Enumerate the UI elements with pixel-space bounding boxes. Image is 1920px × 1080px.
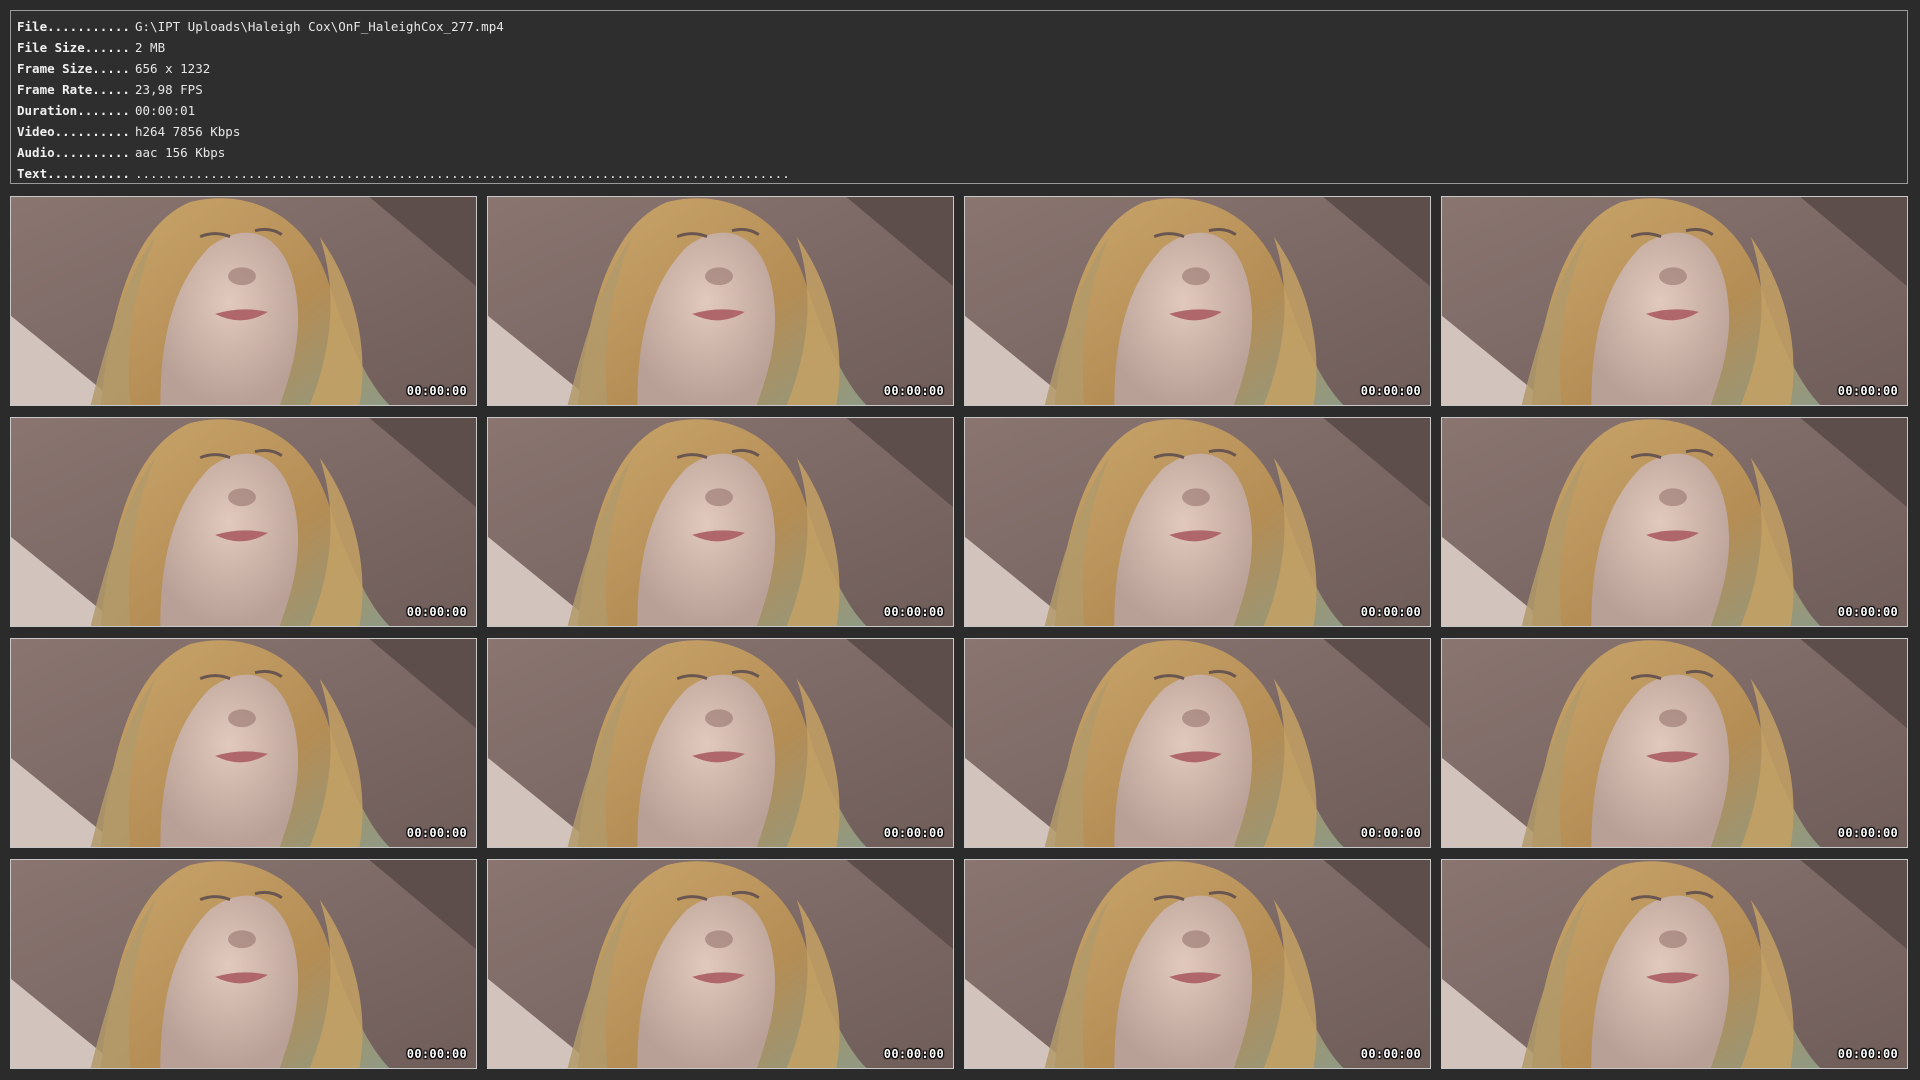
info-row-file: File........... G:\IPT Uploads\Haleigh C… [17, 16, 1901, 37]
timecode-label: 00:00:00 [883, 1047, 944, 1061]
timecode-label: 00:00:00 [883, 826, 944, 840]
info-value: h264 7856 Kbps [135, 124, 241, 139]
timecode-label: 00:00:00 [406, 605, 467, 619]
info-row-frame-size: Frame Size..... 656 x 1232 [17, 58, 1901, 79]
info-row-text: Text........... ........................… [17, 163, 1901, 184]
thumbnail-frame[interactable]: 00:00:00 [10, 859, 477, 1069]
timecode-label: 00:00:00 [1837, 1047, 1898, 1061]
video-frame-image [11, 197, 476, 405]
video-frame-image [11, 860, 476, 1068]
info-key: Audio.......... [17, 145, 130, 160]
video-frame-image [965, 639, 1430, 847]
thumbnail-frame[interactable]: 00:00:00 [487, 417, 954, 627]
timecode-label: 00:00:00 [406, 1047, 467, 1061]
thumbnail-frame[interactable]: 00:00:00 [964, 196, 1431, 406]
info-key: Text........... [17, 166, 130, 181]
timecode-label: 00:00:00 [406, 826, 467, 840]
video-frame-image [1442, 639, 1907, 847]
thumbnail-frame[interactable]: 00:00:00 [1441, 417, 1908, 627]
thumbnail-grid: 00:00:00 00:00:00 00:00:00 00:00:00 00:00:00… [10, 196, 1910, 1070]
video-frame-image [488, 639, 953, 847]
thumbnail-frame[interactable]: 00:00:00 [10, 417, 477, 627]
info-key: File Size...... [17, 40, 130, 55]
timecode-label: 00:00:00 [883, 605, 944, 619]
info-row-file-size: File Size...... 2 MB [17, 37, 1901, 58]
info-key: File........... [17, 19, 130, 34]
video-frame-image [1442, 418, 1907, 626]
video-frame-image [1442, 860, 1907, 1068]
info-key: Video.......... [17, 124, 130, 139]
video-frame-image [11, 639, 476, 847]
info-key: Frame Rate..... [17, 82, 130, 97]
info-value: ........................................… [135, 166, 790, 181]
video-frame-image [1442, 197, 1907, 405]
thumbnail-frame[interactable]: 00:00:00 [487, 859, 954, 1069]
info-value: aac 156 Kbps [135, 145, 226, 160]
info-value: G:\IPT Uploads\Haleigh Cox\OnF_HaleighCo… [135, 19, 504, 34]
video-frame-image [488, 418, 953, 626]
thumbnail-frame[interactable]: 00:00:00 [964, 417, 1431, 627]
thumbnail-frame[interactable]: 00:00:00 [1441, 196, 1908, 406]
timecode-label: 00:00:00 [1360, 605, 1421, 619]
timecode-label: 00:00:00 [1837, 826, 1898, 840]
info-key: Duration....... [17, 103, 130, 118]
thumbnail-frame[interactable]: 00:00:00 [964, 638, 1431, 848]
timecode-label: 00:00:00 [883, 384, 944, 398]
contact-sheet: File........... G:\IPT Uploads\Haleigh C… [0, 0, 1920, 1080]
info-value: 00:00:01 [135, 103, 196, 118]
video-frame-image [965, 418, 1430, 626]
timecode-label: 00:00:00 [1837, 384, 1898, 398]
timecode-label: 00:00:00 [1837, 605, 1898, 619]
thumbnail-frame[interactable]: 00:00:00 [964, 859, 1431, 1069]
thumbnail-frame[interactable]: 00:00:00 [1441, 638, 1908, 848]
info-row-duration: Duration....... 00:00:01 [17, 100, 1901, 121]
timecode-label: 00:00:00 [406, 384, 467, 398]
info-row-video: Video.......... h264 7856 Kbps [17, 121, 1901, 142]
info-row-frame-rate: Frame Rate..... 23,98 FPS [17, 79, 1901, 100]
video-frame-image [965, 197, 1430, 405]
thumbnail-frame[interactable]: 00:00:00 [487, 196, 954, 406]
video-frame-image [488, 197, 953, 405]
video-frame-image [11, 418, 476, 626]
info-key: Frame Size..... [17, 61, 130, 76]
info-row-audio: Audio.......... aac 156 Kbps [17, 142, 1901, 163]
info-value: 2 MB [135, 40, 166, 55]
timecode-label: 00:00:00 [1360, 1047, 1421, 1061]
info-value: 23,98 FPS [135, 82, 203, 97]
thumbnail-frame[interactable]: 00:00:00 [1441, 859, 1908, 1069]
thumbnail-frame[interactable]: 00:00:00 [10, 638, 477, 848]
media-info-panel: File........... G:\IPT Uploads\Haleigh C… [10, 10, 1908, 184]
video-frame-image [488, 860, 953, 1068]
timecode-label: 00:00:00 [1360, 826, 1421, 840]
video-frame-image [965, 860, 1430, 1068]
thumbnail-frame[interactable]: 00:00:00 [10, 196, 477, 406]
info-value: 656 x 1232 [135, 61, 211, 76]
timecode-label: 00:00:00 [1360, 384, 1421, 398]
thumbnail-frame[interactable]: 00:00:00 [487, 638, 954, 848]
